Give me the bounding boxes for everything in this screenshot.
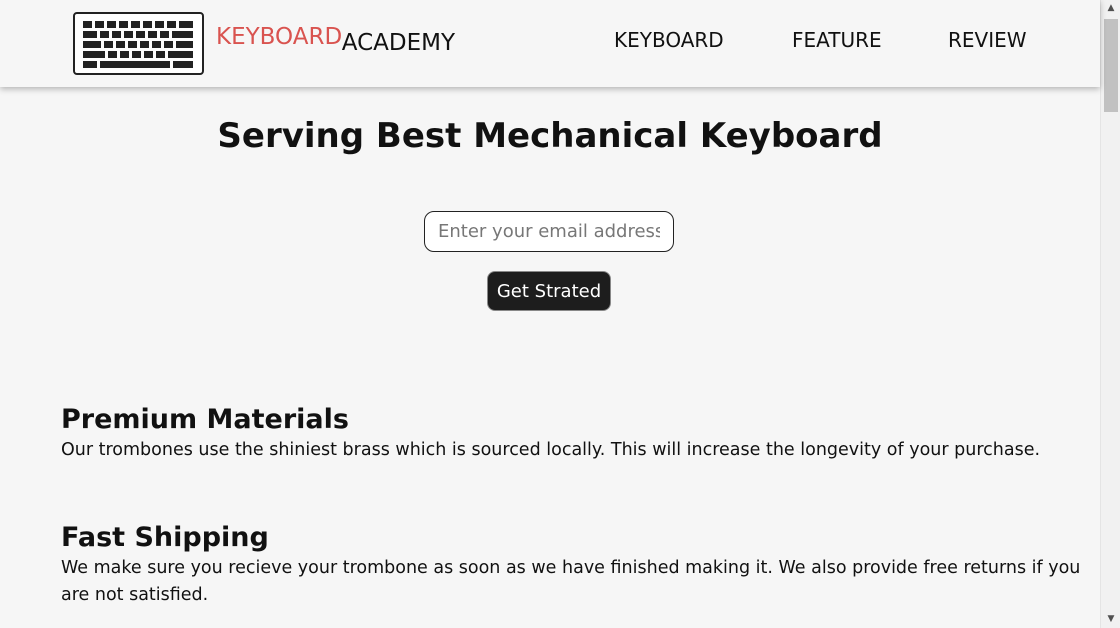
site-header: KEYBOARDACADEMY KEYBOARD FEATURE REVIEW	[0, 0, 1100, 87]
scroll-up-icon[interactable]: ▲	[1101, 0, 1120, 17]
feature-fast-shipping: Fast Shipping We make sure you recieve y…	[61, 522, 1091, 609]
brand-name[interactable]: KEYBOARDACADEMY	[216, 24, 455, 56]
hero-title: Serving Best Mechanical Keyboard	[217, 116, 883, 156]
nav-link-feature[interactable]: FEATURE	[792, 28, 882, 52]
nav-link-review[interactable]: REVIEW	[948, 28, 1027, 52]
feature-premium-materials: Premium Materials Our trombones use the …	[61, 404, 1091, 464]
brand-secondary: ACADEMY	[341, 30, 456, 56]
feature-text: We make sure you recieve your trombone a…	[61, 558, 1081, 605]
feature-title: Fast Shipping	[61, 522, 269, 553]
brand-primary: KEYBOARD	[216, 24, 342, 50]
get-started-button[interactable]: Get Strated	[487, 271, 611, 311]
scroll-thumb[interactable]	[1104, 19, 1118, 112]
nav-link-keyboard[interactable]: KEYBOARD	[614, 28, 724, 52]
vertical-scrollbar[interactable]: ▲ ▼	[1100, 0, 1120, 628]
page: KEYBOARDACADEMY KEYBOARD FEATURE REVIEW …	[0, 0, 1120, 628]
email-input[interactable]	[424, 211, 674, 252]
scroll-down-icon[interactable]: ▼	[1101, 611, 1120, 628]
keyboard-icon[interactable]	[73, 12, 204, 75]
feature-title: Premium Materials	[61, 404, 349, 435]
feature-text: Our trombones use the shiniest brass whi…	[61, 440, 1041, 460]
